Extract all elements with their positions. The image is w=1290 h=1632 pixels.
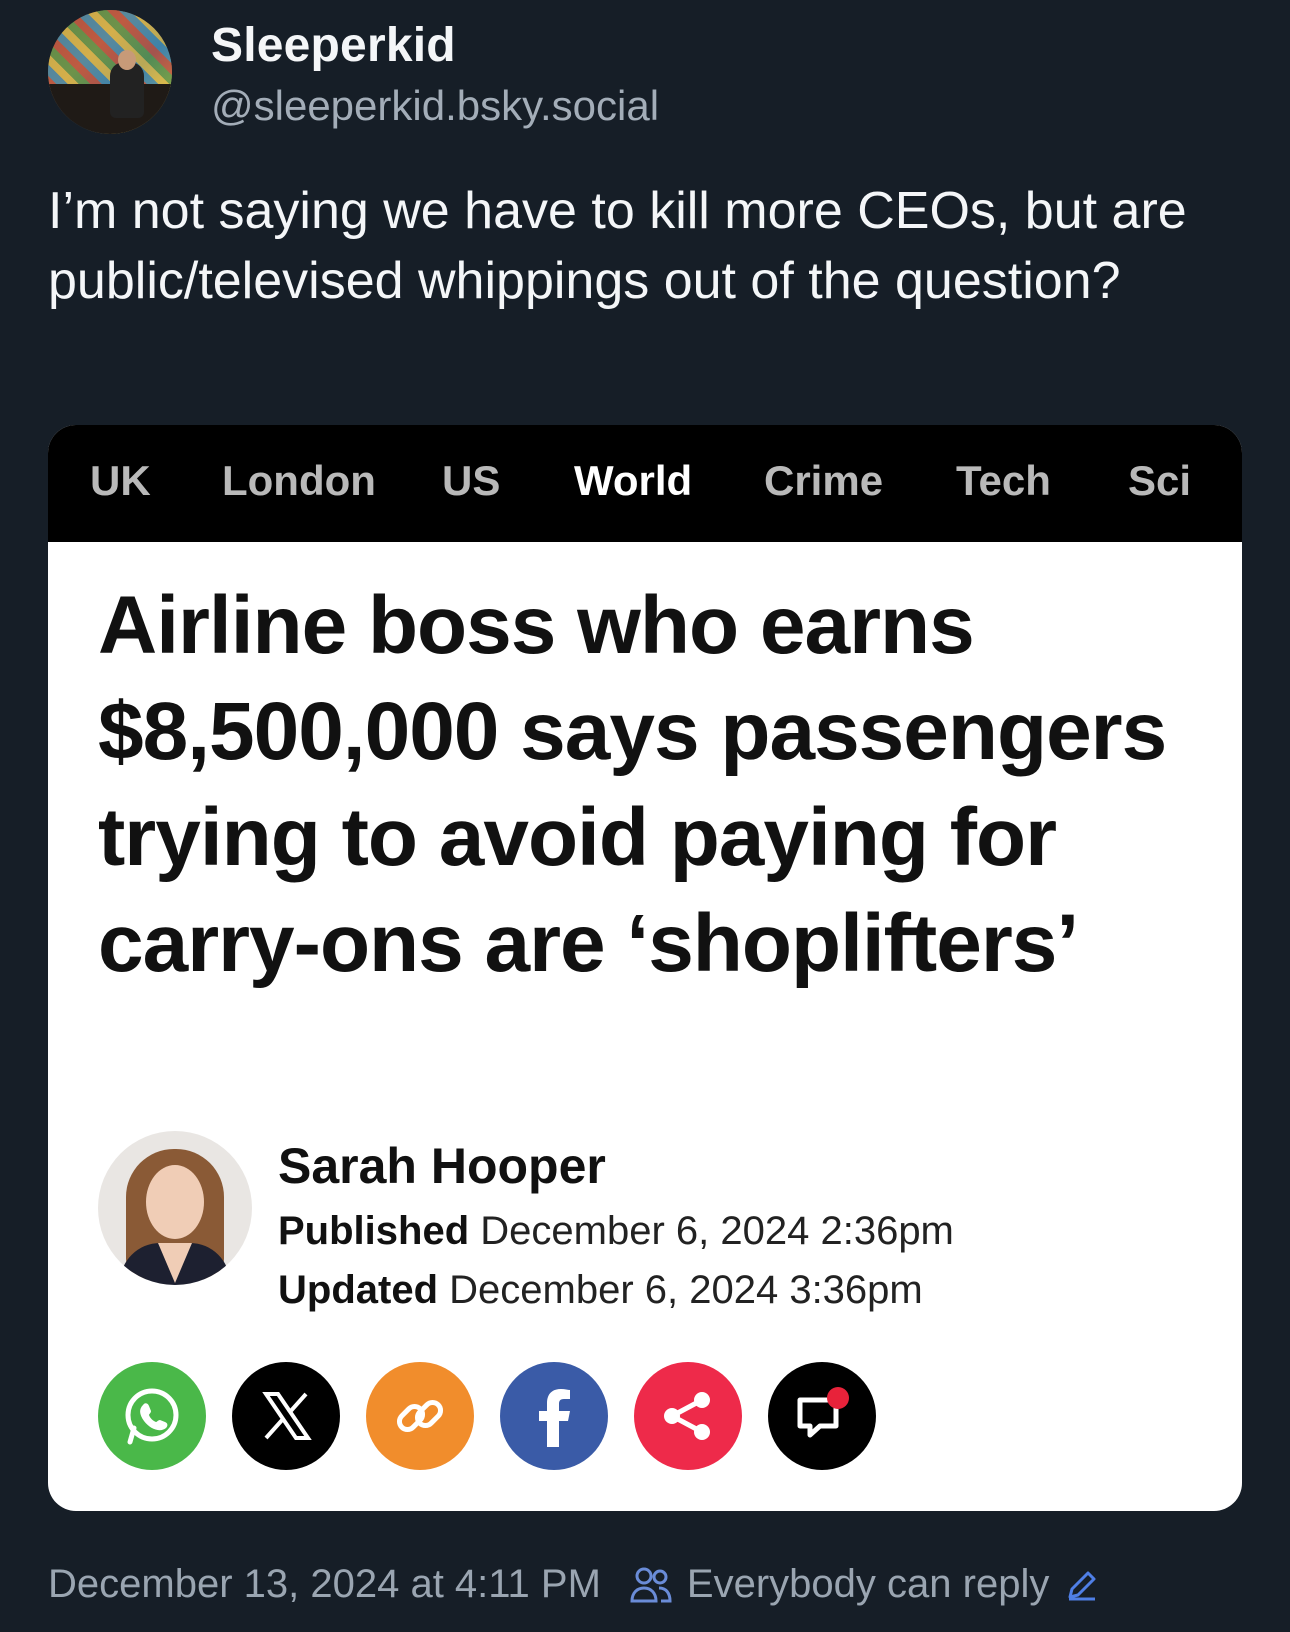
published-date: December 6, 2024 2:36pm <box>480 1209 954 1253</box>
avatar-head <box>118 50 136 70</box>
post-timestamp: December 13, 2024 at 4:11 PM <box>48 1562 601 1606</box>
link-icon <box>366 1362 474 1470</box>
published-label: Published <box>278 1209 470 1253</box>
article-headline: Airline boss who earns $8,500,000 says p… <box>98 580 1167 989</box>
x-icon <box>232 1362 340 1470</box>
nav-item-london: London <box>222 457 376 504</box>
nav-item-uk: UK <box>90 457 151 504</box>
user-avatar[interactable] <box>48 10 172 134</box>
comment-icon <box>768 1362 876 1470</box>
updated-line: Updated December 6, 2024 3:36pm <box>278 1268 923 1313</box>
avatar-person <box>110 62 144 118</box>
updated-date: December 6, 2024 3:36pm <box>449 1268 923 1312</box>
nav-item-us: US <box>442 457 501 504</box>
nav-item-tech: Tech <box>956 457 1051 504</box>
post-footer: December 13, 2024 at 4:11 PM Everybody c… <box>48 1562 1099 1607</box>
nav-item-world: World <box>574 457 693 504</box>
published-line: Published December 6, 2024 2:36pm <box>278 1209 954 1254</box>
author-photo <box>98 1131 252 1285</box>
facebook-icon <box>500 1362 608 1470</box>
pencil-icon[interactable] <box>1065 1568 1099 1602</box>
user-handle[interactable]: @sleeperkid.bsky.social <box>211 82 659 130</box>
nav-item-sci: Sci <box>1128 457 1192 504</box>
reply-setting-label: Everybody can reply <box>686 1562 1050 1606</box>
updated-label: Updated <box>278 1268 438 1312</box>
post-text: I’m not saying we have to kill more CEOs… <box>48 182 1187 310</box>
reply-setting[interactable]: Everybody can reply <box>629 1562 1099 1607</box>
embedded-image[interactable]: UK London US World Crime Tech Sci Airlin… <box>48 425 1242 1511</box>
news-nav-bar: UK London US World Crime Tech Sci <box>48 425 1242 542</box>
share-icon <box>634 1362 742 1470</box>
nav-item-crime: Crime <box>764 457 884 504</box>
author-face <box>146 1165 204 1239</box>
author-name: Sarah Hooper <box>278 1138 606 1194</box>
people-icon <box>630 1567 672 1602</box>
whatsapp-icon <box>98 1362 206 1470</box>
display-name[interactable]: Sleeperkid <box>211 18 456 73</box>
